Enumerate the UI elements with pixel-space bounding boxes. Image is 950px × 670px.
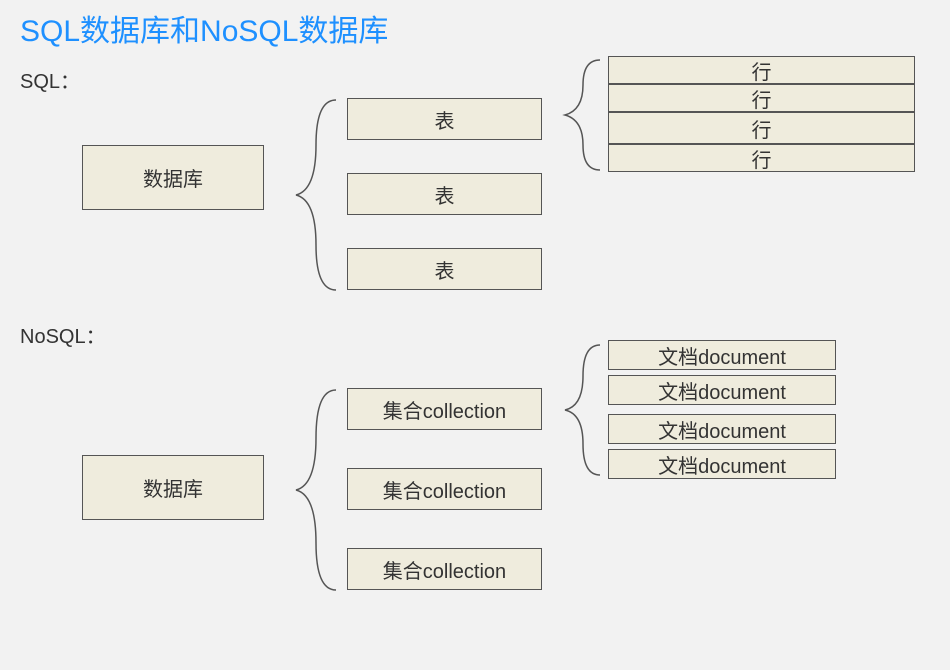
sql-table-box-3: 表 (347, 248, 542, 290)
diagram-title: SQL数据库和NoSQL数据库 (20, 6, 388, 50)
nosql-document-box-3: 文档document (608, 414, 836, 444)
nosql-collection-box-1: 集合collection (347, 388, 542, 430)
sql-table-box-2: 表 (347, 173, 542, 215)
sql-table-box-1: 表 (347, 98, 542, 140)
nosql-document-box-4: 文档document (608, 449, 836, 479)
brace-sql-table-rows (550, 55, 610, 175)
nosql-collection-box-3: 集合collection (347, 548, 542, 590)
nosql-label: NoSQL： (20, 320, 106, 349)
sql-label: SQL： (20, 65, 80, 94)
sql-row-box-2: 行 (608, 84, 915, 112)
brace-nosql-db-collections (276, 385, 346, 595)
brace-nosql-collection-documents (550, 340, 610, 480)
nosql-collection-box-2: 集合collection (347, 468, 542, 510)
nosql-document-box-1: 文档document (608, 340, 836, 370)
sql-row-box-4: 行 (608, 144, 915, 172)
brace-sql-db-tables (276, 95, 346, 295)
sql-row-box-1: 行 (608, 56, 915, 84)
sql-database-box: 数据库 (82, 145, 264, 210)
nosql-document-box-2: 文档document (608, 375, 836, 405)
sql-row-box-3: 行 (608, 112, 915, 144)
nosql-database-box: 数据库 (82, 455, 264, 520)
